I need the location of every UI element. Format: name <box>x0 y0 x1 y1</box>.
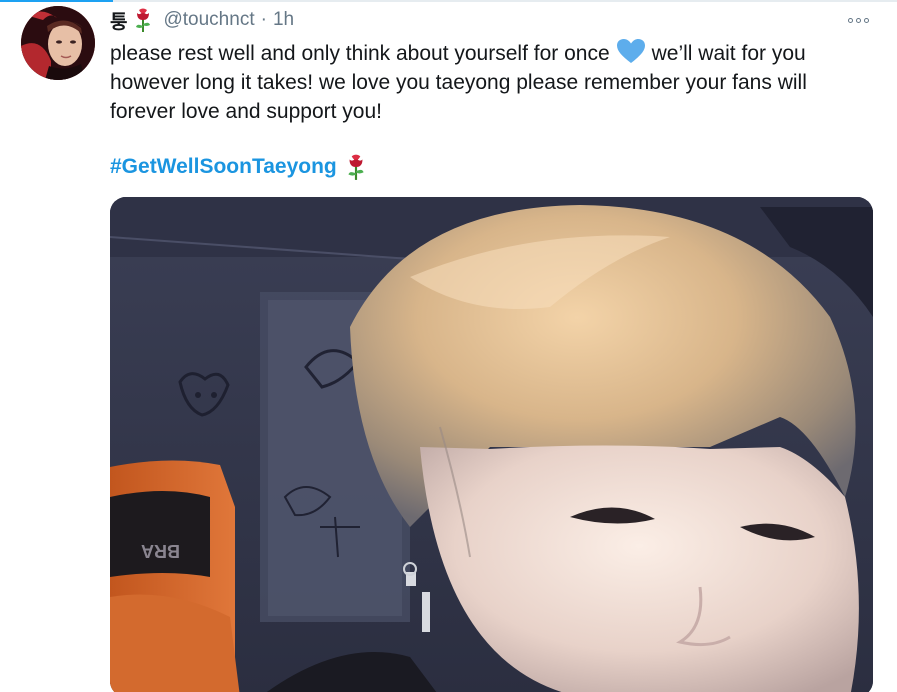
rose-icon <box>133 7 153 33</box>
progress-fill <box>0 0 113 2</box>
handle[interactable]: @touchnct <box>163 9 254 31</box>
more-dot-icon <box>855 17 861 23</box>
tweet-header: 퉁 @touchnct · 1h <box>110 6 294 34</box>
display-name[interactable]: 퉁 <box>110 7 127 34</box>
avatar[interactable] <box>21 6 95 80</box>
more-dot-icon <box>847 17 853 23</box>
hashtag-link[interactable]: #GetWellSoonTaeyong <box>110 155 337 179</box>
more-dot-icon <box>863 17 869 23</box>
top-progress-strip <box>0 0 897 2</box>
tweet-media-video[interactable]: BRA <box>110 197 873 692</box>
chair-logo-text: BRA <box>141 541 180 561</box>
rose-icon <box>345 153 367 181</box>
blue-heart-icon <box>616 38 646 64</box>
tweet-card: 퉁 @touchnct · 1h please rest well and on… <box>0 0 897 692</box>
tweet-text: please rest well and only think about yo… <box>110 38 870 126</box>
tweet-text-part1: please rest well and only think about yo… <box>110 42 610 65</box>
avatar-image <box>21 6 95 80</box>
more-options-button[interactable] <box>843 10 873 30</box>
hashtag-line: #GetWellSoonTaeyong <box>110 152 367 182</box>
separator-dot: · <box>260 9 267 30</box>
video-frame: BRA <box>110 197 873 692</box>
timestamp[interactable]: 1h <box>273 9 294 31</box>
